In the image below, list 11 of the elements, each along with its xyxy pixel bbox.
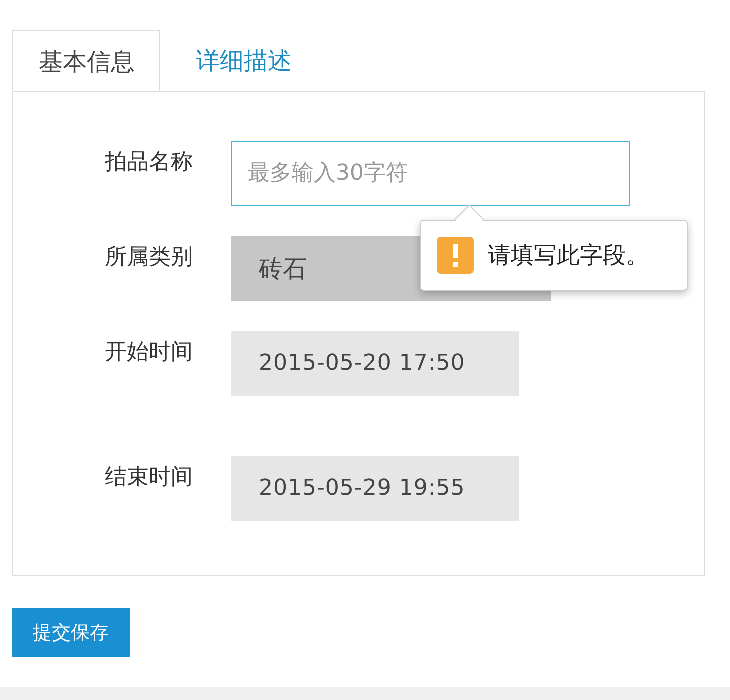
field-label: 开始时间 bbox=[104, 339, 194, 367]
tab[interactable]: 详细描述 bbox=[160, 30, 316, 91]
field-label: 结束时间 bbox=[104, 464, 194, 492]
name-input-field[interactable]: 最多输入30字符 bbox=[231, 141, 630, 206]
field-label: 拍品名称 bbox=[104, 149, 194, 177]
field-label: 所属类别 bbox=[104, 244, 194, 272]
submit-button[interactable]: 提交保存 bbox=[12, 608, 130, 657]
datetime-field[interactable]: 2015-05-20 17:50 bbox=[231, 331, 519, 396]
tab[interactable]: 基本信息 bbox=[12, 30, 160, 91]
datetime-field[interactable]: 2015-05-29 19:55 bbox=[231, 456, 519, 521]
warning-icon bbox=[437, 237, 474, 274]
